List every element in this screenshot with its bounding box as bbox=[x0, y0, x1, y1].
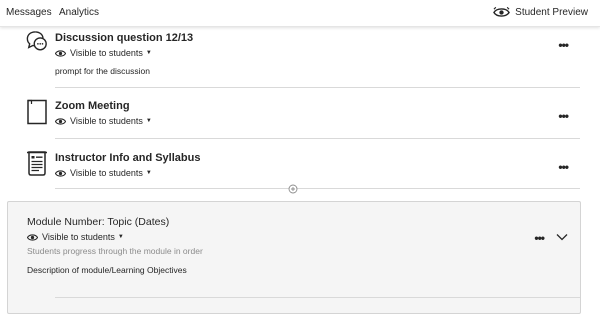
student-preview-label: Student Preview bbox=[515, 7, 588, 18]
eye-icon bbox=[27, 233, 38, 241]
caret-down-icon: ▼ bbox=[117, 234, 124, 240]
chevron-down-icon[interactable] bbox=[556, 233, 568, 241]
divider bbox=[55, 297, 580, 298]
module-sequence-note: Students progress through the module in … bbox=[27, 246, 203, 256]
visibility-label: Visible to students bbox=[70, 48, 143, 58]
more-options-button[interactable]: ••• bbox=[558, 160, 569, 174]
tab-messages[interactable]: Messages bbox=[6, 7, 52, 18]
more-options-button[interactable]: ••• bbox=[558, 109, 569, 123]
content-item-zoom-meeting[interactable]: Zoom Meeting Visible to students ▼ ••• bbox=[26, 99, 580, 139]
visibility-label: Visible to students bbox=[70, 116, 143, 126]
student-preview-button[interactable]: Student Preview bbox=[493, 6, 588, 19]
divider bbox=[55, 138, 580, 139]
document-icon bbox=[27, 99, 47, 125]
caret-down-icon: ▼ bbox=[145, 170, 152, 176]
discussion-icon bbox=[26, 31, 47, 51]
more-options-button[interactable]: ••• bbox=[558, 38, 569, 52]
item-description: prompt for the discussion bbox=[55, 66, 150, 76]
top-navigation-bar: Messages Analytics Student Preview bbox=[0, 0, 600, 27]
caret-down-icon: ▼ bbox=[145, 118, 152, 124]
module-description: Description of module/Learning Objective… bbox=[27, 265, 187, 275]
syllabus-icon bbox=[27, 151, 47, 176]
visibility-label: Visible to students bbox=[70, 168, 143, 178]
tab-analytics[interactable]: Analytics bbox=[59, 7, 99, 18]
content-item-syllabus[interactable]: Instructor Info and Syllabus Visible to … bbox=[26, 150, 580, 190]
divider bbox=[55, 87, 580, 88]
visibility-label: Visible to students bbox=[42, 232, 115, 242]
eye-icon bbox=[55, 117, 66, 125]
more-options-button[interactable]: ••• bbox=[534, 231, 545, 245]
divider bbox=[55, 188, 580, 189]
eye-icon bbox=[55, 169, 66, 177]
visibility-dropdown[interactable]: Visible to students ▼ bbox=[55, 48, 152, 58]
content-item-discussion[interactable]: Discussion question 12/13 Visible to stu… bbox=[26, 29, 580, 87]
visibility-dropdown[interactable]: Visible to students ▼ bbox=[55, 168, 152, 178]
caret-down-icon: ▼ bbox=[145, 50, 152, 56]
item-title[interactable]: Zoom Meeting bbox=[55, 100, 130, 112]
item-title[interactable]: Instructor Info and Syllabus bbox=[55, 152, 200, 164]
item-title[interactable]: Discussion question 12/13 bbox=[55, 32, 193, 44]
student-preview-icon bbox=[493, 6, 511, 17]
visibility-dropdown[interactable]: Visible to students ▼ bbox=[27, 232, 124, 242]
eye-icon bbox=[55, 49, 66, 57]
visibility-dropdown[interactable]: Visible to students ▼ bbox=[55, 116, 152, 126]
module-title[interactable]: Module Number: Topic (Dates) bbox=[27, 216, 169, 228]
course-content-list: Discussion question 12/13 Visible to stu… bbox=[0, 27, 600, 314]
add-content-icon[interactable] bbox=[288, 184, 298, 194]
